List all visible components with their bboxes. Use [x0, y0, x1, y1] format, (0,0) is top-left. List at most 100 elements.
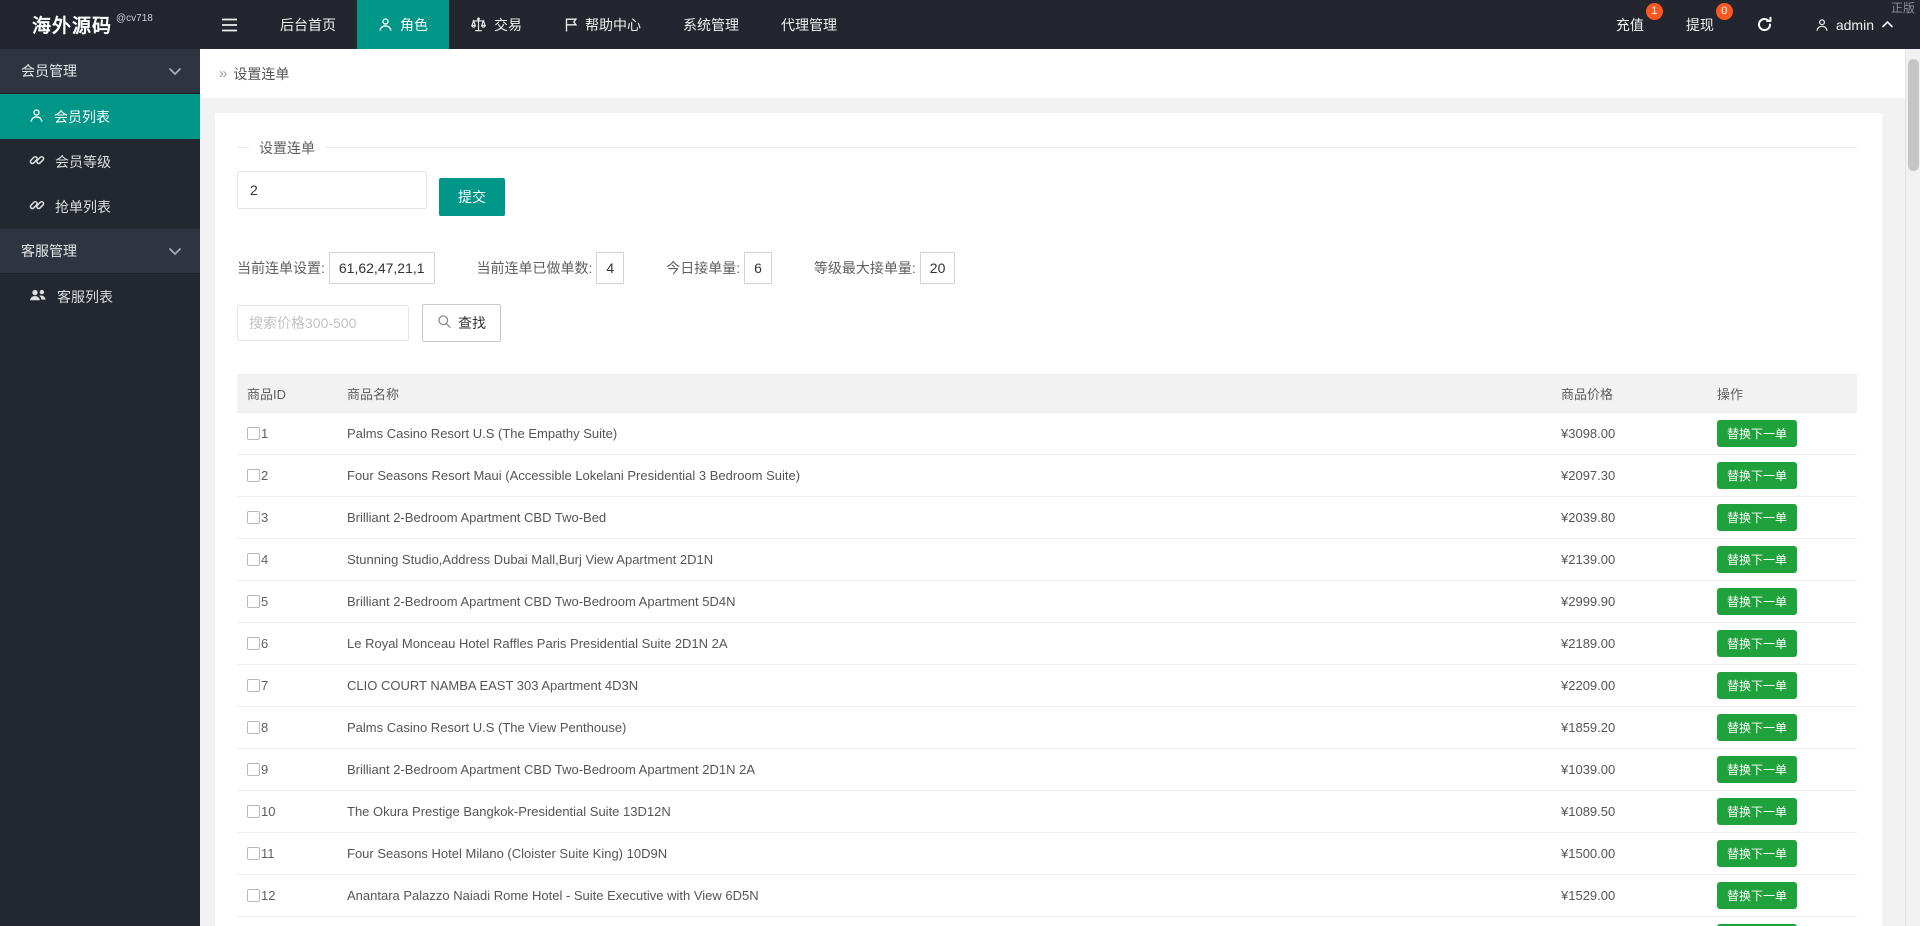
row-action-button[interactable]: 替换下一单	[1717, 420, 1798, 447]
app-logo: 海外源码 @cv718	[0, 0, 200, 49]
stat-value: 6	[744, 252, 772, 284]
row-checkbox[interactable]	[247, 721, 260, 734]
table-row: 10 The Okura Prestige Bangkok-Presidenti…	[237, 790, 1857, 833]
row-checkbox[interactable]	[247, 427, 260, 440]
recharge-button[interactable]: 充值 1	[1595, 0, 1665, 49]
row-name: Four Seasons Resort Maui (Accessible Lok…	[337, 454, 1551, 497]
table-row: 8 Palms Casino Resort U.S (The View Pent…	[237, 706, 1857, 749]
refresh-button[interactable]	[1735, 0, 1794, 49]
main-area: » 设置连单 设置连单 提交 当前连单设置: 61,62,47,21,1 当前连…	[200, 49, 1920, 926]
row-id: 12	[261, 888, 276, 903]
breadcrumb-label: 设置连单	[233, 65, 290, 82]
sidebar-item-member-level[interactable]: 会员等级	[0, 139, 200, 184]
nav-item-home[interactable]: 后台首页	[259, 0, 357, 49]
table-row: 7 CLIO COURT NAMBA EAST 303 Apartment 4D…	[237, 664, 1857, 707]
sidebar-item-label: 会员列表	[54, 108, 110, 125]
group-title: 客服管理	[21, 243, 77, 259]
submit-button[interactable]: 提交	[439, 178, 505, 216]
price-search-input[interactable]	[237, 305, 409, 341]
row-id: 9	[261, 762, 269, 777]
row-name: Four Seasons Hotel Milano (Cloister Suit…	[337, 832, 1551, 875]
row-checkbox[interactable]	[247, 469, 260, 482]
row-checkbox[interactable]	[247, 847, 260, 860]
row-id: 2	[261, 468, 269, 483]
row-checkbox[interactable]	[247, 637, 260, 650]
stat-chain-done: 当前连单已做单数: 4	[477, 252, 625, 284]
row-action-button[interactable]: 替换下一单	[1717, 546, 1798, 573]
nav-label: 后台首页	[280, 16, 336, 33]
row-price: ¥1588.00	[1551, 916, 1707, 926]
row-action-button[interactable]: 替换下一单	[1717, 756, 1798, 783]
admin-app: 海外源码 @cv718 后台首页 角色 交易 帮助中心 系统管理 代理管理 充值…	[0, 0, 1920, 926]
sidebar-group-member[interactable]: 会员管理	[0, 49, 200, 94]
breadcrumb-separator-icon: »	[219, 65, 228, 82]
chevron-down-icon	[168, 63, 182, 79]
recharge-label: 充值	[1615, 16, 1644, 33]
row-checkbox[interactable]	[247, 553, 260, 566]
row-action-button[interactable]: 替换下一单	[1717, 588, 1798, 615]
row-id: 7	[261, 678, 269, 693]
sidebar-group-service[interactable]: 客服管理	[0, 229, 200, 274]
column-header-name: 商品名称	[337, 374, 1551, 413]
table-row: 13 MISSION HILLS--PRESIDENTIAL SUITE 3D2…	[237, 916, 1857, 926]
row-price: ¥2097.30	[1551, 454, 1707, 497]
row-checkbox[interactable]	[247, 679, 260, 692]
row-action-button[interactable]: 替换下一单	[1717, 630, 1798, 657]
row-action-button[interactable]: 替换下一单	[1717, 798, 1798, 825]
sidebar-item-label: 会员等级	[55, 153, 111, 170]
row-checkbox[interactable]	[247, 595, 260, 608]
stat-max-orders: 等级最大接单量: 20	[814, 252, 956, 284]
table-header-row: 商品ID 商品名称 商品价格 操作	[237, 374, 1857, 413]
recharge-badge: 1	[1645, 3, 1663, 20]
link-icon	[29, 152, 45, 171]
stat-label: 今日接单量:	[666, 260, 741, 276]
chain-count-input[interactable]	[237, 171, 427, 209]
nav-item-role[interactable]: 角色	[357, 0, 449, 49]
row-price: ¥1859.20	[1551, 706, 1707, 749]
withdraw-badge: 0	[1715, 3, 1733, 20]
stats-row: 当前连单设置: 61,62,47,21,1 当前连单已做单数: 4 今日接单量:…	[237, 252, 1857, 284]
person-icon	[378, 17, 393, 32]
sidebar-item-member-list[interactable]: 会员列表	[0, 94, 200, 139]
row-action-button[interactable]: 替换下一单	[1717, 462, 1798, 489]
nav-item-system[interactable]: 系统管理	[662, 0, 760, 49]
sidebar: 会员管理 会员列表 会员等级 抢单列表 客服管理 客服列表	[0, 49, 200, 926]
table-row: 11 Four Seasons Hotel Milano (Cloister S…	[237, 832, 1857, 875]
withdraw-button[interactable]: 提现 0	[1665, 0, 1735, 49]
nav-label: 角色	[400, 16, 428, 33]
sidebar-item-label: 客服列表	[57, 288, 113, 305]
stat-chain-setting: 当前连单设置: 61,62,47,21,1	[237, 252, 435, 284]
row-price: ¥2189.00	[1551, 622, 1707, 665]
table-row: 6 Le Royal Monceau Hotel Raffles Paris P…	[237, 622, 1857, 665]
row-action-button[interactable]: 替换下一单	[1717, 882, 1798, 909]
header-actions: 充值 1 提现 0 admin	[1595, 0, 1920, 49]
row-action-button[interactable]: 替换下一单	[1717, 672, 1798, 699]
table-row: 12 Anantara Palazzo Naiadi Rome Hotel - …	[237, 874, 1857, 917]
row-name: Anantara Palazzo Naiadi Rome Hotel - Sui…	[337, 874, 1551, 917]
row-checkbox[interactable]	[247, 889, 260, 902]
sidebar-item-grab-list[interactable]: 抢单列表	[0, 184, 200, 229]
table-row: 4 Stunning Studio,Address Dubai Mall,Bur…	[237, 538, 1857, 581]
row-action-button[interactable]: 替换下一单	[1717, 504, 1798, 531]
row-action-button[interactable]: 替换下一单	[1717, 714, 1798, 741]
scrollbar-thumb[interactable]	[1908, 59, 1919, 171]
row-checkbox[interactable]	[247, 805, 260, 818]
nav-label: 代理管理	[781, 16, 837, 33]
row-price: ¥2209.00	[1551, 664, 1707, 707]
nav-item-trade[interactable]: 交易	[449, 0, 543, 49]
row-action-button[interactable]: 替换下一单	[1717, 840, 1798, 867]
row-name: Brilliant 2-Bedroom Apartment CBD Two-Be…	[337, 748, 1551, 791]
chain-fieldset: 设置连单	[237, 138, 1857, 158]
row-name: Le Royal Monceau Hotel Raffles Paris Pre…	[337, 622, 1551, 665]
sidebar-item-service-list[interactable]: 客服列表	[0, 274, 200, 319]
search-button[interactable]: 查找	[422, 304, 501, 342]
nav-item-agent[interactable]: 代理管理	[760, 0, 858, 49]
search-icon	[437, 314, 452, 332]
collapse-menu-button[interactable]	[200, 0, 259, 49]
row-checkbox[interactable]	[247, 511, 260, 524]
nav-item-help[interactable]: 帮助中心	[543, 0, 662, 49]
row-price: ¥1039.00	[1551, 748, 1707, 791]
stat-today-orders: 今日接单量: 6	[666, 252, 772, 284]
row-checkbox[interactable]	[247, 763, 260, 776]
person-icon	[29, 108, 44, 126]
